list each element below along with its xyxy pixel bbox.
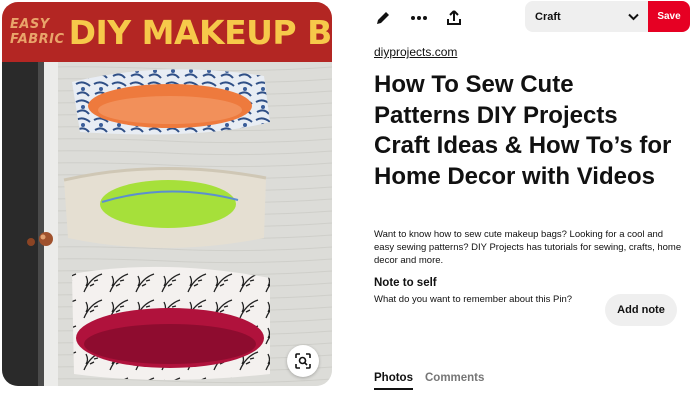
tab-comments[interactable]: Comments: [425, 372, 484, 390]
share-button[interactable]: [441, 6, 467, 30]
board-select[interactable]: Craft: [525, 1, 649, 32]
note-heading: Note to self: [374, 277, 437, 289]
image-banner: EASY FABRIC DIY MAKEUP BAG: [2, 2, 332, 62]
save-button[interactable]: Save: [648, 1, 690, 32]
pin-title: How To Sew Cute Patterns DIY Projects Cr…: [374, 71, 672, 190]
source-domain-link[interactable]: diyprojects.com: [374, 45, 457, 59]
banner-small-text: EASY FABRIC: [10, 17, 65, 47]
share-upload-icon: [447, 10, 461, 25]
banner-line-easy: EASY: [10, 17, 50, 32]
makeup-bags-photo: [2, 62, 332, 386]
pin-image[interactable]: EASY FABRIC DIY MAKEUP BAG: [2, 2, 332, 386]
pencil-icon: [377, 12, 389, 24]
banner-line-fabric: FABRIC: [10, 32, 65, 47]
detail-tabs: Photos Comments: [374, 372, 484, 390]
ellipsis-icon: [411, 16, 427, 20]
note-prompt: What do you want to remember about this …: [374, 294, 573, 305]
visual-search-button[interactable]: [287, 345, 319, 377]
add-note-button[interactable]: Add note: [605, 294, 677, 326]
board-selected-value: Craft: [535, 10, 561, 23]
tab-photos[interactable]: Photos: [374, 372, 413, 390]
chevron-down-icon: [628, 13, 639, 20]
visual-search-icon: [295, 353, 311, 369]
edit-button[interactable]: [370, 6, 396, 30]
pin-description: Want to know how to sew cute makeup bags…: [374, 229, 682, 266]
banner-title: DIY MAKEUP BAG: [68, 12, 332, 52]
more-options-button[interactable]: [406, 6, 432, 30]
